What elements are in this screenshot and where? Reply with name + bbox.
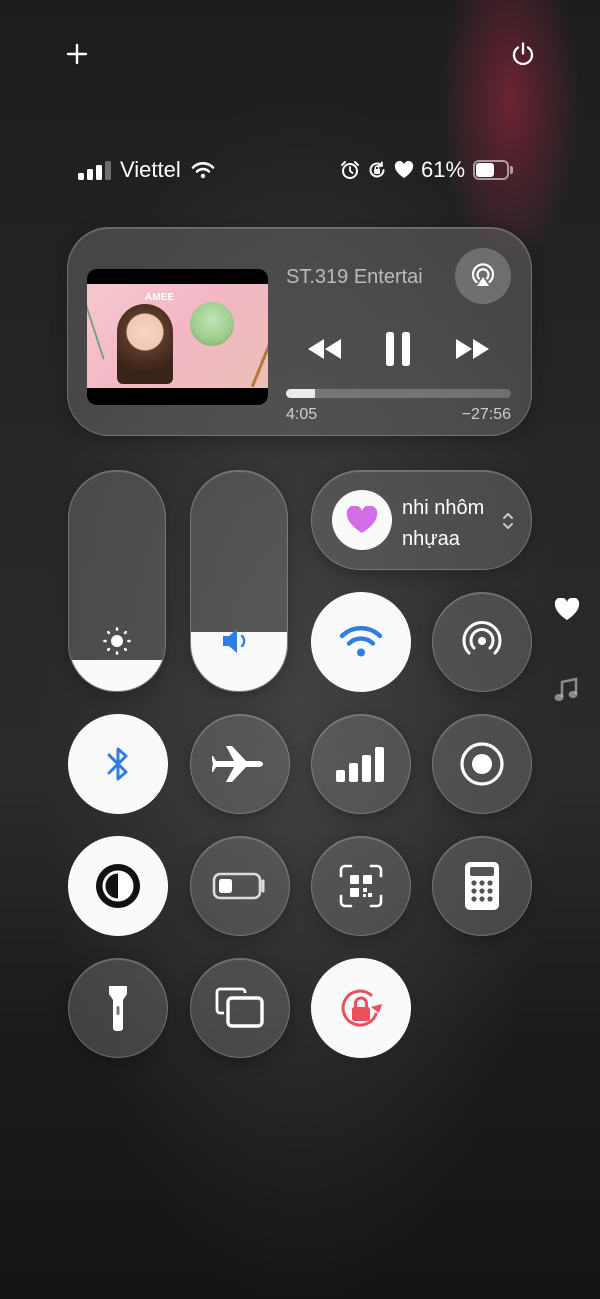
media-title: ST.319 Entertai xyxy=(286,266,423,288)
heart-status-icon xyxy=(394,161,414,178)
rotation-lock-toggle[interactable] xyxy=(311,958,411,1058)
heart-icon xyxy=(346,506,378,533)
page-indicator-favorites[interactable] xyxy=(552,595,582,623)
remaining-time: −27:56 xyxy=(461,406,511,423)
brightness-fill xyxy=(69,660,165,691)
rewind-icon xyxy=(308,339,341,359)
pause-button[interactable] xyxy=(381,329,415,369)
add-button[interactable] xyxy=(57,34,97,74)
airplane-icon xyxy=(212,746,263,782)
airdrop-toggle[interactable] xyxy=(432,592,532,692)
flashlight-toggle[interactable] xyxy=(68,958,168,1058)
brightness-slider[interactable] xyxy=(68,470,166,692)
focus-label-line1: nhi nhôm xyxy=(402,497,485,519)
cellular-data-toggle[interactable] xyxy=(311,714,411,814)
fast-forward-icon xyxy=(456,339,489,359)
bluetooth-toggle[interactable] xyxy=(68,714,168,814)
carrier-name: Viettel xyxy=(120,157,181,182)
status-bar-right: 61% xyxy=(340,152,514,188)
wifi-toggle[interactable] xyxy=(311,592,411,692)
battery-icon xyxy=(473,160,514,180)
calculator-icon xyxy=(465,862,499,910)
heart-page-icon xyxy=(554,597,580,620)
rotation-lock-icon xyxy=(341,989,382,1027)
focus-icon-circle xyxy=(332,490,392,550)
elapsed-time: 4:05 xyxy=(286,406,318,423)
airplay-button[interactable] xyxy=(455,248,511,304)
low-power-icon xyxy=(212,872,265,900)
airplane-mode-toggle[interactable] xyxy=(190,714,290,814)
power-icon xyxy=(512,42,534,66)
calculator-button[interactable] xyxy=(432,836,532,936)
album-artwork[interactable]: AMEE xyxy=(87,269,268,405)
speaker-icon xyxy=(223,629,246,653)
battery-percent: 61% xyxy=(421,157,466,182)
screen-mirroring-icon xyxy=(215,987,264,1028)
album-art-text: AMEE xyxy=(145,292,174,303)
focus-label-line2: nhựaa xyxy=(402,528,460,550)
pause-icon xyxy=(386,332,410,366)
focus-mode-button[interactable]: nhi nhôm nhựaa xyxy=(311,470,532,570)
orientation-lock-status-icon xyxy=(369,161,385,178)
cellular-signal-icon xyxy=(78,161,111,180)
music-note-icon xyxy=(554,677,578,702)
low-power-mode-toggle[interactable] xyxy=(190,836,290,936)
bluetooth-icon xyxy=(107,747,128,781)
qr-scanner-icon xyxy=(339,864,383,908)
screen-record-icon xyxy=(460,742,504,786)
cellular-icon xyxy=(336,747,384,782)
status-bar-left: Viettel xyxy=(78,152,215,188)
dark-mode-toggle[interactable] xyxy=(68,836,168,936)
dark-mode-icon xyxy=(96,864,140,908)
fast-forward-button[interactable] xyxy=(453,334,491,364)
power-button[interactable] xyxy=(503,34,543,74)
airplay-audio-icon xyxy=(471,263,495,286)
screen-mirroring-button[interactable] xyxy=(190,958,290,1058)
chevron-up-down-icon xyxy=(503,513,513,529)
brightness-icon xyxy=(103,627,131,655)
rewind-button[interactable] xyxy=(306,334,344,364)
screen-record-toggle[interactable] xyxy=(432,714,532,814)
plus-icon xyxy=(66,43,88,65)
page-indicator-music[interactable] xyxy=(552,676,580,704)
airdrop-icon xyxy=(462,621,502,655)
alarm-icon xyxy=(341,161,359,179)
volume-slider[interactable] xyxy=(190,470,288,692)
code-scanner-button[interactable] xyxy=(311,836,411,936)
flashlight-icon xyxy=(109,986,127,1031)
wifi-icon xyxy=(339,625,383,657)
media-progress-fill xyxy=(286,389,316,398)
media-progress-bar[interactable] xyxy=(286,389,511,398)
wifi-status-icon xyxy=(191,162,215,179)
